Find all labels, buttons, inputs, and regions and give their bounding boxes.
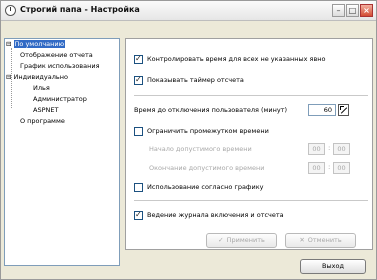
cancel-button[interactable]: ✕ Отменить	[285, 233, 356, 248]
settings-panel: Контролировать время для всех не указанн…	[125, 38, 373, 250]
app-clock-icon	[5, 5, 16, 16]
tree-item-individual[interactable]: ⊟ Индивидуально	[6, 73, 68, 82]
window-title: Строгий папа - Настройка	[20, 5, 140, 14]
tree-item-report-display[interactable]: Отображение отчета	[20, 51, 93, 60]
time-colon: :	[328, 163, 331, 171]
logout-time-input[interactable]: 60	[308, 104, 336, 116]
show-timer-checkbox[interactable]	[134, 75, 143, 85]
tree-item-user-ilya[interactable]: Илья	[33, 84, 50, 93]
cross-icon: ✕	[299, 236, 305, 244]
tree-item-default[interactable]: ⊟ По умолчанию	[6, 40, 66, 49]
close-icon[interactable]: ×	[360, 4, 373, 17]
maximize-icon[interactable]: □	[346, 4, 359, 17]
tree-item-user-aspnet[interactable]: ASPNET	[33, 106, 58, 115]
end-hour-input[interactable]: 00	[308, 162, 325, 174]
limit-period-checkbox[interactable]	[134, 127, 143, 136]
time-spin-icon[interactable]	[338, 104, 349, 116]
separator	[134, 200, 368, 202]
exit-button[interactable]: Выход	[300, 259, 366, 274]
separator	[134, 95, 368, 97]
checkmark-icon: ✓	[218, 236, 224, 244]
time-colon: :	[328, 144, 331, 152]
control-time-label: Контролировать время для всех не указанн…	[147, 55, 326, 63]
logout-time-label: Время до отключения пользователя (минут)	[134, 106, 288, 114]
limit-period-label: Ограничить промежутком времени	[147, 127, 269, 135]
title-bar: Строгий папа - Настройка – □ ×	[1, 1, 376, 21]
tree-item-usage-schedule[interactable]: График использования	[20, 62, 100, 71]
tree-expand-icon[interactable]: ⊟	[6, 73, 11, 81]
journal-checkbox[interactable]	[134, 210, 143, 220]
use-schedule-label: Использование согласно графику	[147, 183, 264, 191]
settings-window: Строгий папа - Настройка – □ × ⊟ По умол…	[0, 0, 377, 280]
use-schedule-checkbox[interactable]	[134, 183, 143, 192]
journal-label: Ведение журнала включения и отсчета	[147, 211, 284, 219]
show-timer-label: Показывать таймер отсчета	[147, 76, 244, 84]
settings-tree: ⊟ По умолчанию Отображение отчета График…	[4, 38, 120, 266]
end-minute-input[interactable]: 00	[333, 162, 350, 174]
start-minute-input[interactable]: 00	[333, 143, 350, 155]
end-time-label: Окончание допустимого времени	[149, 164, 265, 172]
tree-expand-icon[interactable]: ⊟	[6, 40, 11, 48]
minimize-icon[interactable]: –	[332, 4, 345, 17]
start-time-label: Начало допустимого времени	[149, 145, 252, 153]
control-time-checkbox[interactable]	[134, 54, 143, 64]
start-hour-input[interactable]: 00	[308, 143, 325, 155]
tree-item-user-admin[interactable]: Администратор	[33, 95, 87, 104]
tree-item-about[interactable]: О программе	[20, 117, 65, 126]
apply-button[interactable]: ✓ Применить	[206, 233, 277, 248]
